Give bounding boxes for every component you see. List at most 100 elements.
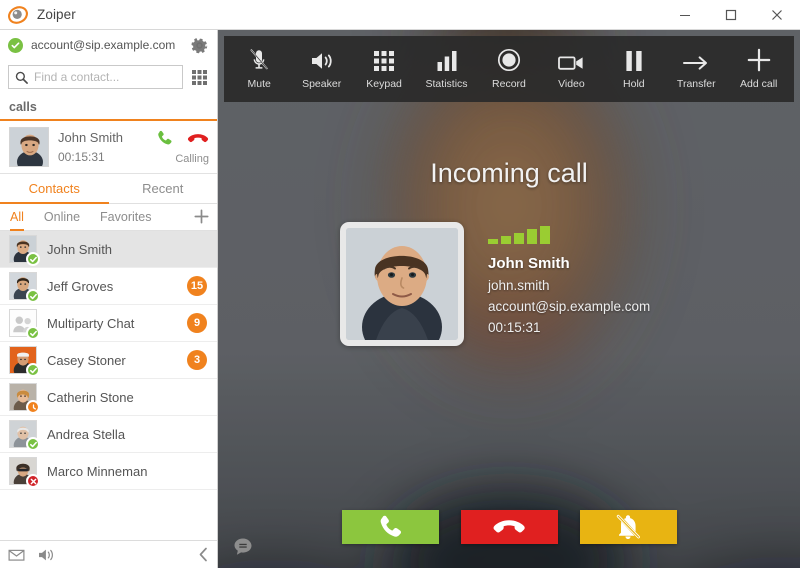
active-call-meta: John Smith 00:15:31 xyxy=(58,129,146,166)
tab-recent[interactable]: Recent xyxy=(109,174,218,204)
caller-account: account@sip.example.com xyxy=(488,299,651,314)
caller-avatar xyxy=(340,222,464,346)
contact-row[interactable]: Multiparty Chat 9 xyxy=(0,305,217,342)
pause-icon xyxy=(625,48,643,72)
toolbar-record-button[interactable]: Record xyxy=(478,48,539,90)
minimize-icon[interactable] xyxy=(662,0,708,30)
toolbar-hold-button[interactable]: Hold xyxy=(603,48,664,90)
mic-muted-icon xyxy=(248,48,270,72)
contact-row[interactable]: Jeff Groves 15 xyxy=(0,268,217,305)
decline-call-button[interactable] xyxy=(460,510,558,544)
subtab-all[interactable]: All xyxy=(10,204,24,231)
chat-bubble-icon[interactable] xyxy=(232,536,254,558)
caller-card: John Smith john.smith account@sip.exampl… xyxy=(218,222,800,346)
caller-details: John Smith john.smith account@sip.exampl… xyxy=(488,222,678,346)
toolbar-button-label: Speaker xyxy=(302,78,342,90)
toolbar-mute-button[interactable]: Mute xyxy=(229,48,290,90)
contact-avatar xyxy=(9,309,40,340)
presence-online-icon xyxy=(26,437,40,451)
contact-name: Catherin Stone xyxy=(47,389,134,405)
toolbar-button-label: Mute xyxy=(247,78,271,90)
envelope-icon[interactable] xyxy=(8,549,25,561)
signal-bar xyxy=(527,229,537,244)
signal-bar xyxy=(514,232,524,244)
toolbar-add-call-button[interactable]: Add call xyxy=(728,48,789,90)
caller-username: john.smith xyxy=(488,278,550,293)
incoming-call-title: Incoming call xyxy=(430,158,588,188)
toolbar-button-label: Transfer xyxy=(676,78,716,90)
contact-row[interactable]: Marco Minneman xyxy=(0,453,217,490)
answer-call-button[interactable] xyxy=(341,510,439,544)
contact-avatar xyxy=(9,457,40,488)
add-contact-icon[interactable] xyxy=(192,207,211,228)
tab-contacts[interactable]: Contacts xyxy=(0,174,109,204)
zoiper-window: Zoiper account@sip.example.com Find a co… xyxy=(0,0,800,568)
subtab-online[interactable]: Online xyxy=(44,204,80,231)
contact-row[interactable]: Catherin Stone xyxy=(0,379,217,416)
subtab-favorites[interactable]: Favorites xyxy=(100,204,151,231)
calls-section-label: calls xyxy=(9,100,37,114)
contact-row[interactable]: Andrea Stella xyxy=(0,416,217,453)
toolbar-button-label: Hold xyxy=(623,78,645,90)
phone-hangup-icon[interactable] xyxy=(187,129,209,148)
toolbar-button-label: Statistics xyxy=(425,78,468,90)
account-status-online-icon xyxy=(8,37,23,53)
active-call-avatar xyxy=(9,127,49,167)
unread-badge: 9 xyxy=(187,313,207,333)
contact-row[interactable]: John Smith xyxy=(0,231,217,268)
record-circle-icon xyxy=(497,48,521,72)
account-row[interactable]: account@sip.example.com xyxy=(0,30,217,60)
zoiper-logo-icon xyxy=(7,4,29,26)
caller-duration: 00:15:31 xyxy=(488,320,541,335)
toolbar-speaker-button[interactable]: Speaker xyxy=(291,48,352,90)
close-icon[interactable] xyxy=(754,0,800,30)
search-input[interactable] xyxy=(34,70,176,84)
sidebar-subtabs: All Online Favorites xyxy=(0,204,217,231)
speaker-icon[interactable] xyxy=(37,548,55,562)
contact-name: Jeff Groves xyxy=(47,278,114,294)
contact-avatar xyxy=(9,383,40,414)
toolbar-video-button[interactable]: Video xyxy=(541,48,602,90)
caller-name: John Smith xyxy=(488,255,570,272)
title-bar: Zoiper xyxy=(0,0,800,30)
phone-answer-icon[interactable] xyxy=(155,129,174,148)
signal-strength-indicator xyxy=(488,226,678,244)
presence-online-icon xyxy=(26,289,40,303)
contact-avatar xyxy=(9,346,40,377)
window-controls xyxy=(662,0,800,30)
contact-list: John Smith Jeff Groves 15 Multiparty Chat 9 C… xyxy=(0,231,217,540)
presence-away-icon xyxy=(26,400,40,414)
contact-avatar xyxy=(9,235,40,266)
sidebar-tabs: Contacts Recent xyxy=(0,174,217,204)
contact-name: Andrea Stella xyxy=(47,426,126,442)
contact-avatar xyxy=(9,420,40,451)
active-call-row[interactable]: John Smith 00:15:31 Calling xyxy=(0,119,217,174)
toolbar-transfer-button[interactable]: Transfer xyxy=(666,48,727,90)
unread-badge: 3 xyxy=(187,350,207,370)
dialpad-grid-icon[interactable] xyxy=(190,68,209,87)
signal-bar xyxy=(540,226,550,244)
contact-avatar xyxy=(9,272,40,303)
chevron-left-icon[interactable] xyxy=(198,547,209,562)
gear-icon[interactable] xyxy=(190,36,209,55)
video-camera-icon xyxy=(558,48,584,72)
call-action-buttons xyxy=(218,510,800,544)
presence-online-icon xyxy=(26,363,40,377)
search-icon xyxy=(15,71,28,84)
active-call-actions: Calling xyxy=(155,129,209,165)
contact-name: John Smith xyxy=(47,241,113,257)
toolbar-statistics-button[interactable]: Statistics xyxy=(416,48,477,90)
active-call-name: John Smith xyxy=(58,129,124,145)
sidebar-statusbar xyxy=(0,540,217,568)
toolbar-keypad-button[interactable]: Keypad xyxy=(354,48,415,90)
contact-name: Casey Stoner xyxy=(47,352,126,368)
signal-bar xyxy=(501,235,511,244)
search-row xyxy=(0,60,217,94)
maximize-icon[interactable] xyxy=(708,0,754,30)
contact-name: Marco Minneman xyxy=(47,463,148,479)
unread-badge: 15 xyxy=(187,276,207,296)
search-box[interactable] xyxy=(8,65,183,89)
silence-ringer-button[interactable] xyxy=(579,510,677,544)
contact-row[interactable]: Casey Stoner 3 xyxy=(0,342,217,379)
contact-name: Multiparty Chat xyxy=(47,315,135,331)
